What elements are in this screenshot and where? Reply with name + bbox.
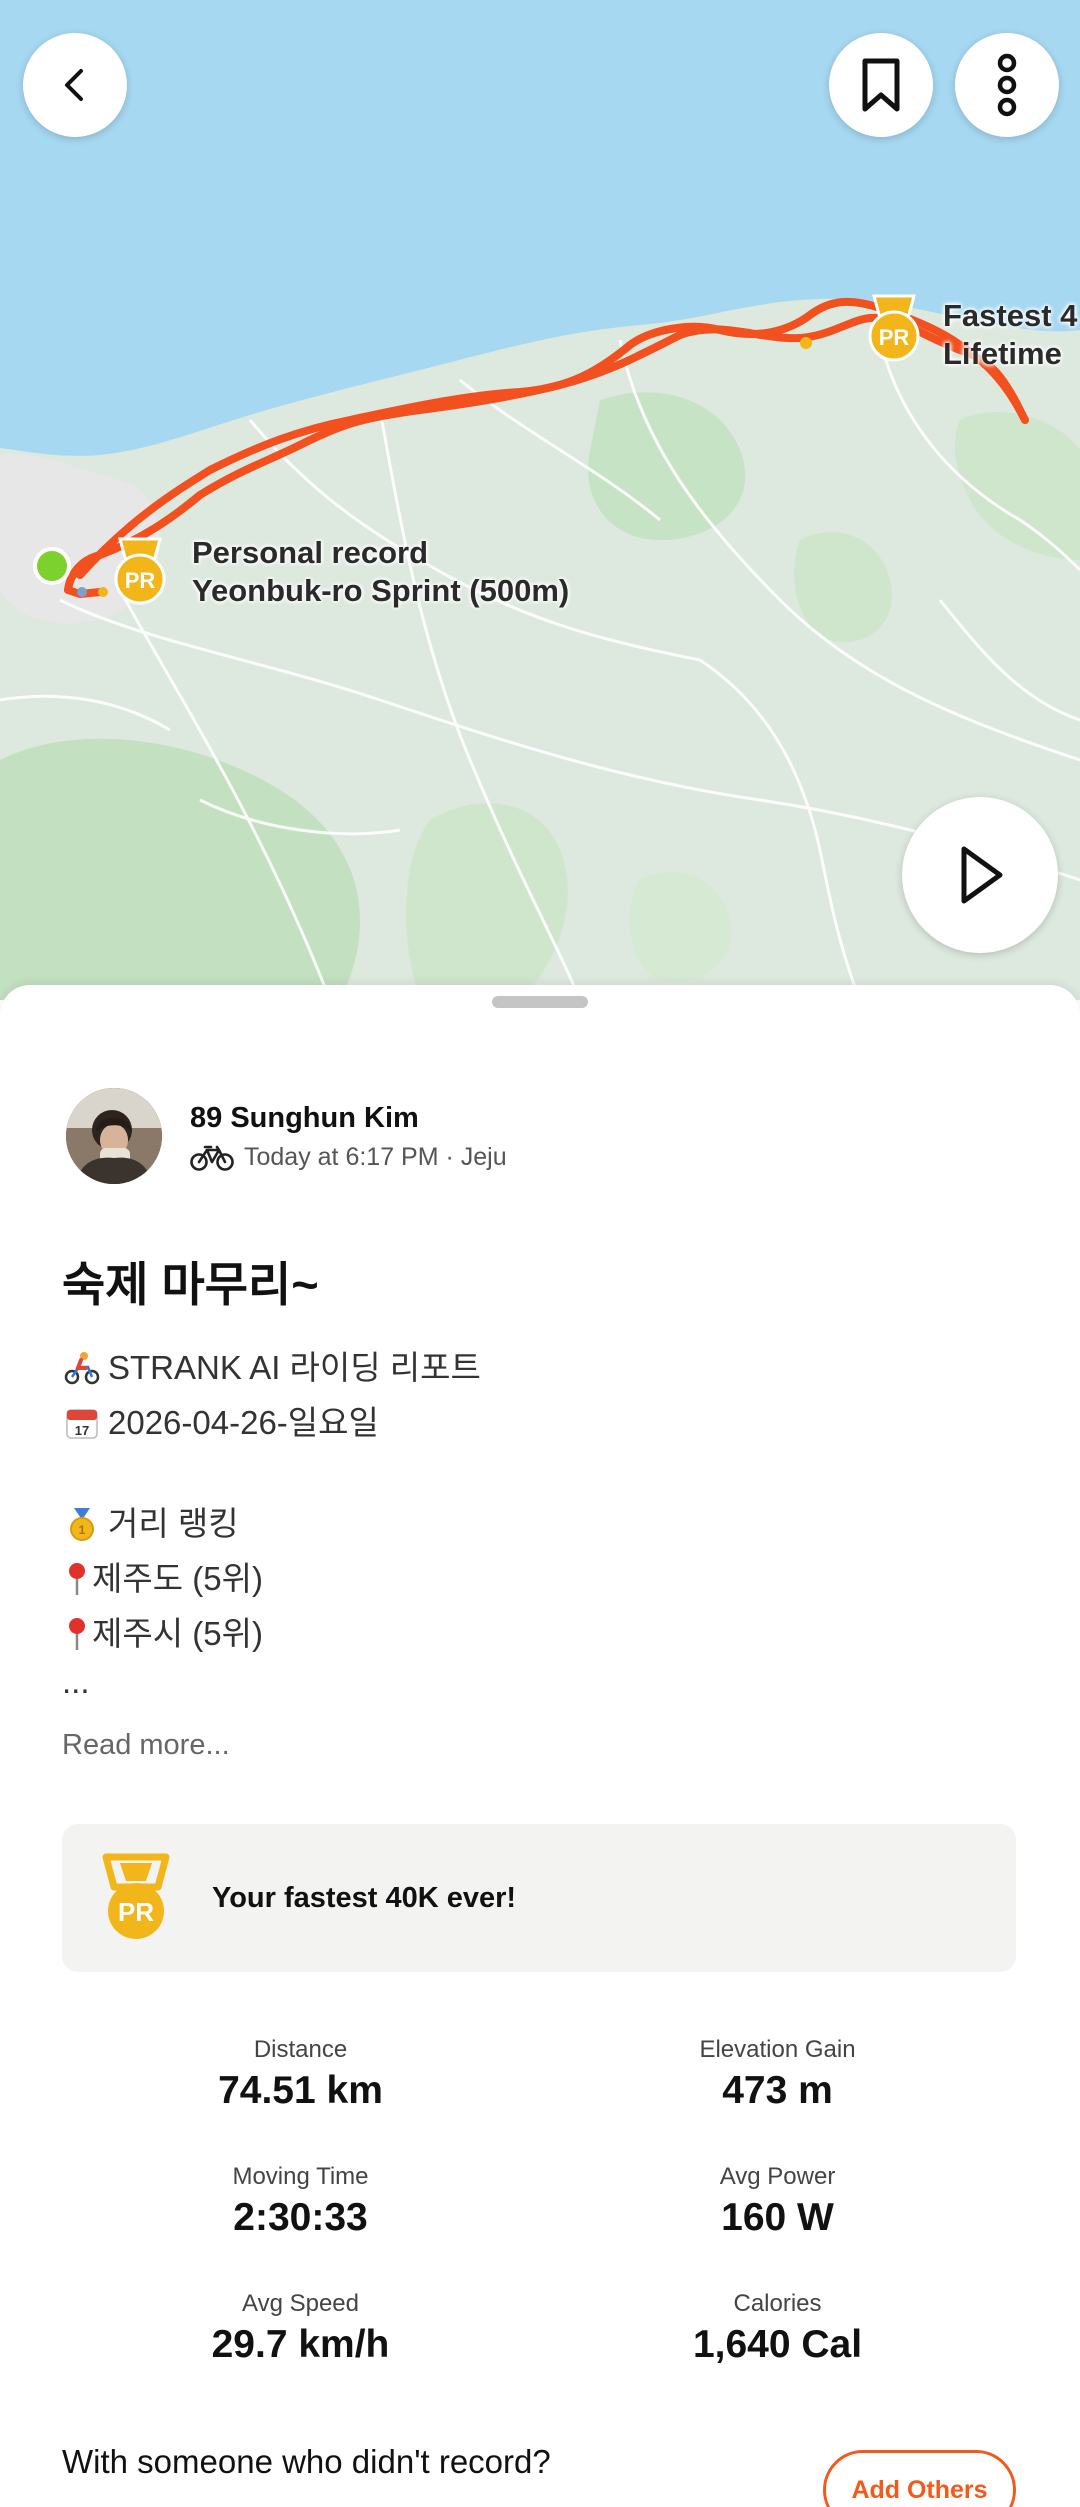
more-options-button[interactable] <box>955 33 1059 137</box>
pr-badge-text: PR <box>125 568 156 593</box>
stat-avg-speed: Avg Speed 29.7 km/h <box>211 2290 390 2366</box>
pr-medal-icon[interactable]: PR <box>862 292 926 364</box>
activity-map[interactable]: PR PR Personal record Yeonbuk-ro Sprint … <box>0 0 1080 1000</box>
description-line: STRANK AI 라이딩 리포트 <box>62 1340 481 1395</box>
location-pin-icon <box>62 1614 92 1654</box>
stat-moving-time: Moving Time 2:30:33 <box>232 2163 369 2239</box>
bike-rider-icon <box>62 1348 102 1388</box>
bookmark-button[interactable] <box>829 33 933 137</box>
pr-medal-icon[interactable]: PR <box>108 535 172 607</box>
activity-details-sheet[interactable]: 89 Sunghun Kim Today at 6:17 PM · Jeju 숙… <box>0 985 1080 2507</box>
pr-label-line1: Personal record <box>192 535 429 570</box>
drag-handle[interactable] <box>492 996 588 1008</box>
pr-badge-text: PR <box>118 1897 154 1927</box>
back-button[interactable] <box>23 33 127 137</box>
calendar-icon: 17 <box>62 1403 102 1443</box>
bookmark-icon <box>862 58 900 112</box>
description-line: 17 2026-04-26-일요일 <box>62 1395 481 1450</box>
read-more-link[interactable]: Read more... <box>62 1729 230 1762</box>
pr-label-line2: Yeonbuk-ro Sprint (500m) <box>192 573 570 608</box>
location-pin-icon <box>62 1559 92 1599</box>
activity-description[interactable]: STRANK AI 라이딩 리포트 17 2026-04-26-일요일 1 거리… <box>62 1340 481 1701</box>
gold-medal-icon: 1 <box>62 1504 102 1544</box>
pr-label-line1: Fastest 4 <box>943 298 1078 333</box>
description-line: 제주시 (5위) <box>62 1606 481 1661</box>
description-line: 1 거리 랭킹 <box>62 1496 481 1551</box>
svg-text:1: 1 <box>79 1523 86 1537</box>
athlete-name[interactable]: 89 Sunghun Kim <box>190 1100 507 1136</box>
back-icon <box>65 69 83 101</box>
stat-avg-power: Avg Power 160 W <box>719 2163 836 2239</box>
bike-icon <box>190 1145 234 1171</box>
activity-meta: Today at 6:17 PM · Jeju <box>244 1142 507 1171</box>
play-flyover-button[interactable] <box>902 797 1058 953</box>
avatar[interactable] <box>66 1088 162 1184</box>
activity-title: 숙제 마무리~ <box>62 1258 319 1311</box>
athlete-header[interactable]: 89 Sunghun Kim Today at 6:17 PM · Jeju <box>66 1088 507 1184</box>
description-line: ... <box>62 1662 90 1700</box>
pr-medal-icon: PR <box>102 1853 170 1939</box>
pr-map-label[interactable]: Fastest 4 Lifetime <box>943 297 1077 373</box>
play-icon <box>961 846 1003 904</box>
stat-calories: Calories 1,640 Cal <box>692 2290 863 2366</box>
stat-distance: Distance 74.51 km <box>218 2036 383 2112</box>
add-others-button[interactable]: Add Others <box>823 2450 1016 2507</box>
svg-text:17: 17 <box>75 1423 89 1438</box>
add-others-prompt: With someone who didn't record? <box>62 2443 551 2480</box>
more-vertical-icon <box>997 53 1017 117</box>
pr-label-line2: Lifetime <box>943 336 1062 371</box>
achievement-card[interactable]: PR Your fastest 40K ever! <box>62 1824 1016 1972</box>
pr-badge-text: PR <box>879 325 910 350</box>
pr-map-label[interactable]: Personal record Yeonbuk-ro Sprint (500m) <box>192 534 569 610</box>
avatar-image <box>66 1088 162 1184</box>
stat-elevation-gain: Elevation Gain 473 m <box>699 2036 856 2112</box>
description-line: 제주도 (5위) <box>62 1551 481 1606</box>
achievement-text: Your fastest 40K ever! <box>212 1881 517 1914</box>
